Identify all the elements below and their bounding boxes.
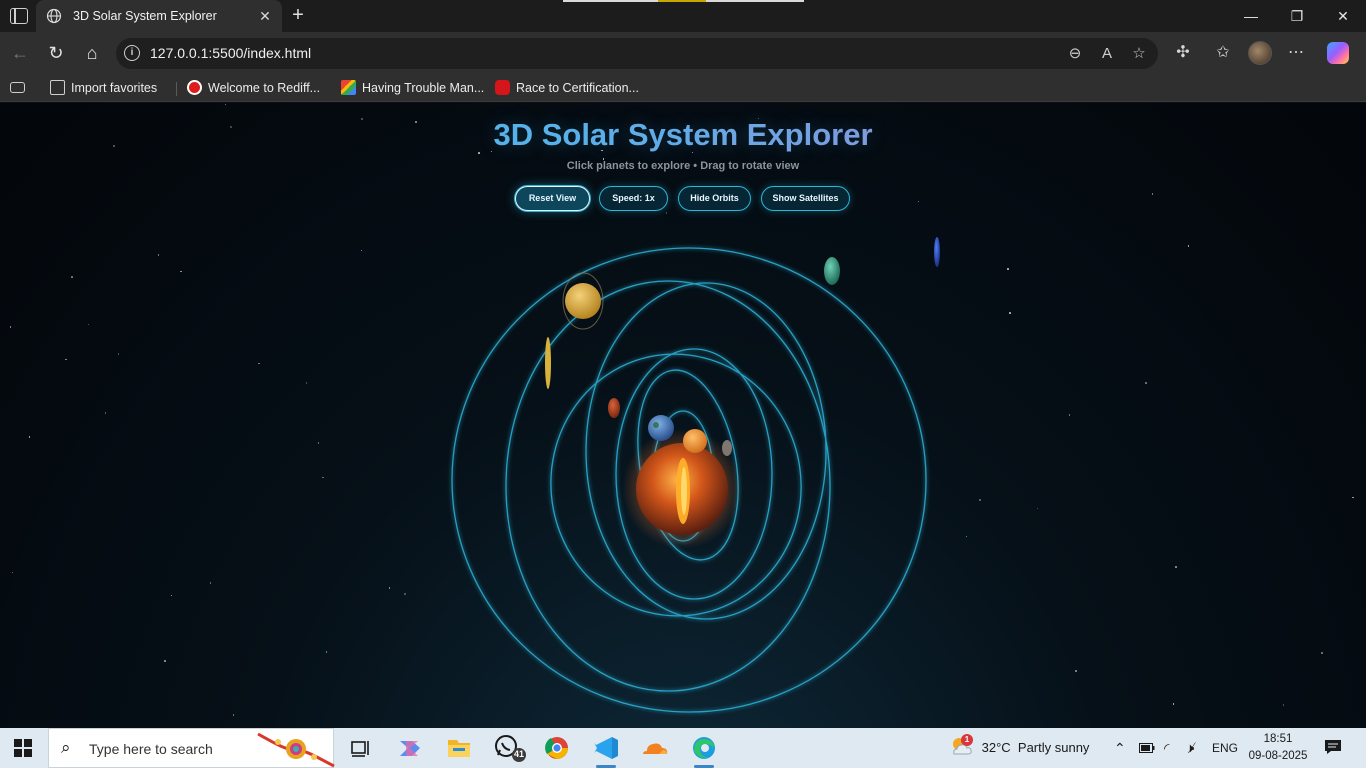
favorites-icon[interactable]: ✩ bbox=[1212, 42, 1234, 64]
favorite-gmail[interactable]: Having Trouble Man... bbox=[341, 78, 484, 98]
planet-venus[interactable] bbox=[683, 429, 707, 453]
extensions-icon[interactable]: ✣ bbox=[1172, 42, 1194, 64]
url-text[interactable]: 127.0.0.1:5500/index.html bbox=[150, 45, 311, 61]
show-satellites-button[interactable]: Show Satellites bbox=[761, 186, 850, 211]
site-info-icon[interactable]: i bbox=[124, 45, 140, 61]
zoom-out-icon[interactable]: ⊖ bbox=[1065, 44, 1085, 64]
url-bar[interactable]: i 127.0.0.1:5500/index.html ⊖ A ☆ bbox=[116, 38, 1158, 69]
restore-icon[interactable]: ❐ bbox=[1274, 4, 1320, 28]
planet-earth[interactable] bbox=[648, 415, 674, 441]
clock[interactable]: 18:51 09-08-2025 bbox=[1247, 728, 1309, 768]
favorite-rediff[interactable]: Welcome to Rediff... bbox=[187, 78, 320, 98]
vscode-icon[interactable] bbox=[588, 733, 624, 768]
minimize-icon[interactable]: — bbox=[1228, 4, 1274, 28]
copilot-icon[interactable] bbox=[1327, 42, 1349, 64]
globe-icon bbox=[46, 8, 62, 24]
back-icon[interactable]: ← bbox=[8, 42, 32, 64]
copilot-taskbar-icon[interactable] bbox=[392, 733, 428, 763]
window-drag-strip bbox=[563, 0, 804, 2]
read-aloud-icon[interactable]: A bbox=[1097, 44, 1117, 64]
favorite-import[interactable]: Import favorites bbox=[50, 78, 157, 98]
clock-date: 09-08-2025 bbox=[1248, 750, 1308, 762]
planet-jupiter[interactable] bbox=[545, 337, 551, 389]
speaker-muted-icon[interactable]: 🕨̸ bbox=[1186, 728, 1194, 768]
planet-mars[interactable] bbox=[608, 398, 620, 418]
weather-widget[interactable]: 1 32°C Partly sunny bbox=[948, 728, 1089, 768]
home-icon[interactable]: ⌂ bbox=[80, 42, 104, 64]
edge-icon[interactable] bbox=[686, 733, 722, 768]
browser-tab[interactable]: 3D Solar System Explorer ✕ bbox=[36, 0, 282, 32]
show-hidden-icons-icon[interactable]: ⌃ bbox=[1114, 728, 1126, 768]
weather-text: 32°C Partly sunny bbox=[981, 740, 1090, 755]
wifi-icon[interactable]: ◜ bbox=[1164, 728, 1169, 768]
favorite-oracle[interactable]: Race to Certification... bbox=[495, 78, 639, 98]
notifications-icon[interactable] bbox=[1324, 728, 1342, 768]
tab-title: 3D Solar System Explorer bbox=[73, 9, 217, 23]
refresh-icon[interactable]: ↻ bbox=[44, 42, 68, 64]
clock-time: 18:51 bbox=[1263, 733, 1293, 745]
close-window-icon[interactable]: ✕ bbox=[1320, 4, 1366, 28]
more-options-icon[interactable]: ⋯ bbox=[1285, 42, 1307, 64]
rakhi-decoration-icon bbox=[257, 732, 335, 768]
favorite-star-icon[interactable]: ☆ bbox=[1129, 44, 1149, 64]
oracle-icon bbox=[495, 80, 510, 95]
rediff-icon bbox=[187, 80, 202, 95]
weather-badge: 1 bbox=[961, 734, 973, 746]
windows-start-icon[interactable] bbox=[14, 739, 32, 757]
planet-uranus[interactable] bbox=[824, 257, 840, 285]
address-toolbar: ← ↻ ⌂ i 127.0.0.1:5500/index.html ⊖ A ☆ … bbox=[0, 32, 1366, 74]
favorites-bar: Import favorites Welcome to Rediff... Ha… bbox=[0, 74, 1366, 102]
windows-taskbar: ⌕ Type here to search 41 1 32°C Partly s… bbox=[0, 728, 1366, 768]
language-indicator[interactable]: ENG bbox=[1212, 728, 1238, 768]
solar-system-page[interactable]: 3D Solar System Explorer Click planets t… bbox=[0, 103, 1366, 728]
planet-saturn[interactable] bbox=[565, 283, 601, 319]
whatsapp-badge: 41 bbox=[513, 749, 524, 759]
planet-neptune[interactable] bbox=[934, 237, 940, 267]
cloudflare-icon[interactable] bbox=[637, 733, 673, 763]
reset-view-button[interactable]: Reset View bbox=[515, 186, 590, 211]
whatsapp-icon[interactable]: 41 bbox=[490, 733, 526, 763]
close-tab-icon[interactable]: ✕ bbox=[256, 7, 274, 25]
hide-orbits-button[interactable]: Hide Orbits bbox=[678, 186, 751, 211]
earth-continent bbox=[653, 422, 659, 428]
chrome-icon[interactable] bbox=[539, 733, 575, 763]
search-placeholder[interactable]: Type here to search bbox=[89, 741, 213, 757]
sidebar-toggle-icon[interactable] bbox=[10, 78, 31, 98]
gmail-icon bbox=[341, 80, 356, 95]
new-tab-icon[interactable]: + bbox=[287, 5, 309, 27]
search-icon: ⌕ bbox=[61, 738, 71, 757]
planet-mercury[interactable] bbox=[722, 440, 732, 456]
file-explorer-icon[interactable] bbox=[441, 733, 477, 763]
browser-tab-strip: 3D Solar System Explorer ✕ + — ❐ ✕ bbox=[0, 0, 1366, 32]
sun-flare-core bbox=[681, 467, 687, 515]
tab-actions-icon[interactable] bbox=[10, 8, 28, 24]
app-title: 3D Solar System Explorer bbox=[0, 117, 1366, 153]
import-icon bbox=[50, 80, 65, 95]
favorites-divider bbox=[176, 82, 177, 96]
profile-avatar[interactable] bbox=[1248, 41, 1272, 65]
app-subtitle: Click planets to explore • Drag to rotat… bbox=[566, 160, 800, 172]
speed-button[interactable]: Speed: 1x bbox=[599, 186, 668, 211]
battery-icon[interactable] bbox=[1139, 728, 1155, 768]
task-view-icon[interactable] bbox=[343, 733, 379, 763]
